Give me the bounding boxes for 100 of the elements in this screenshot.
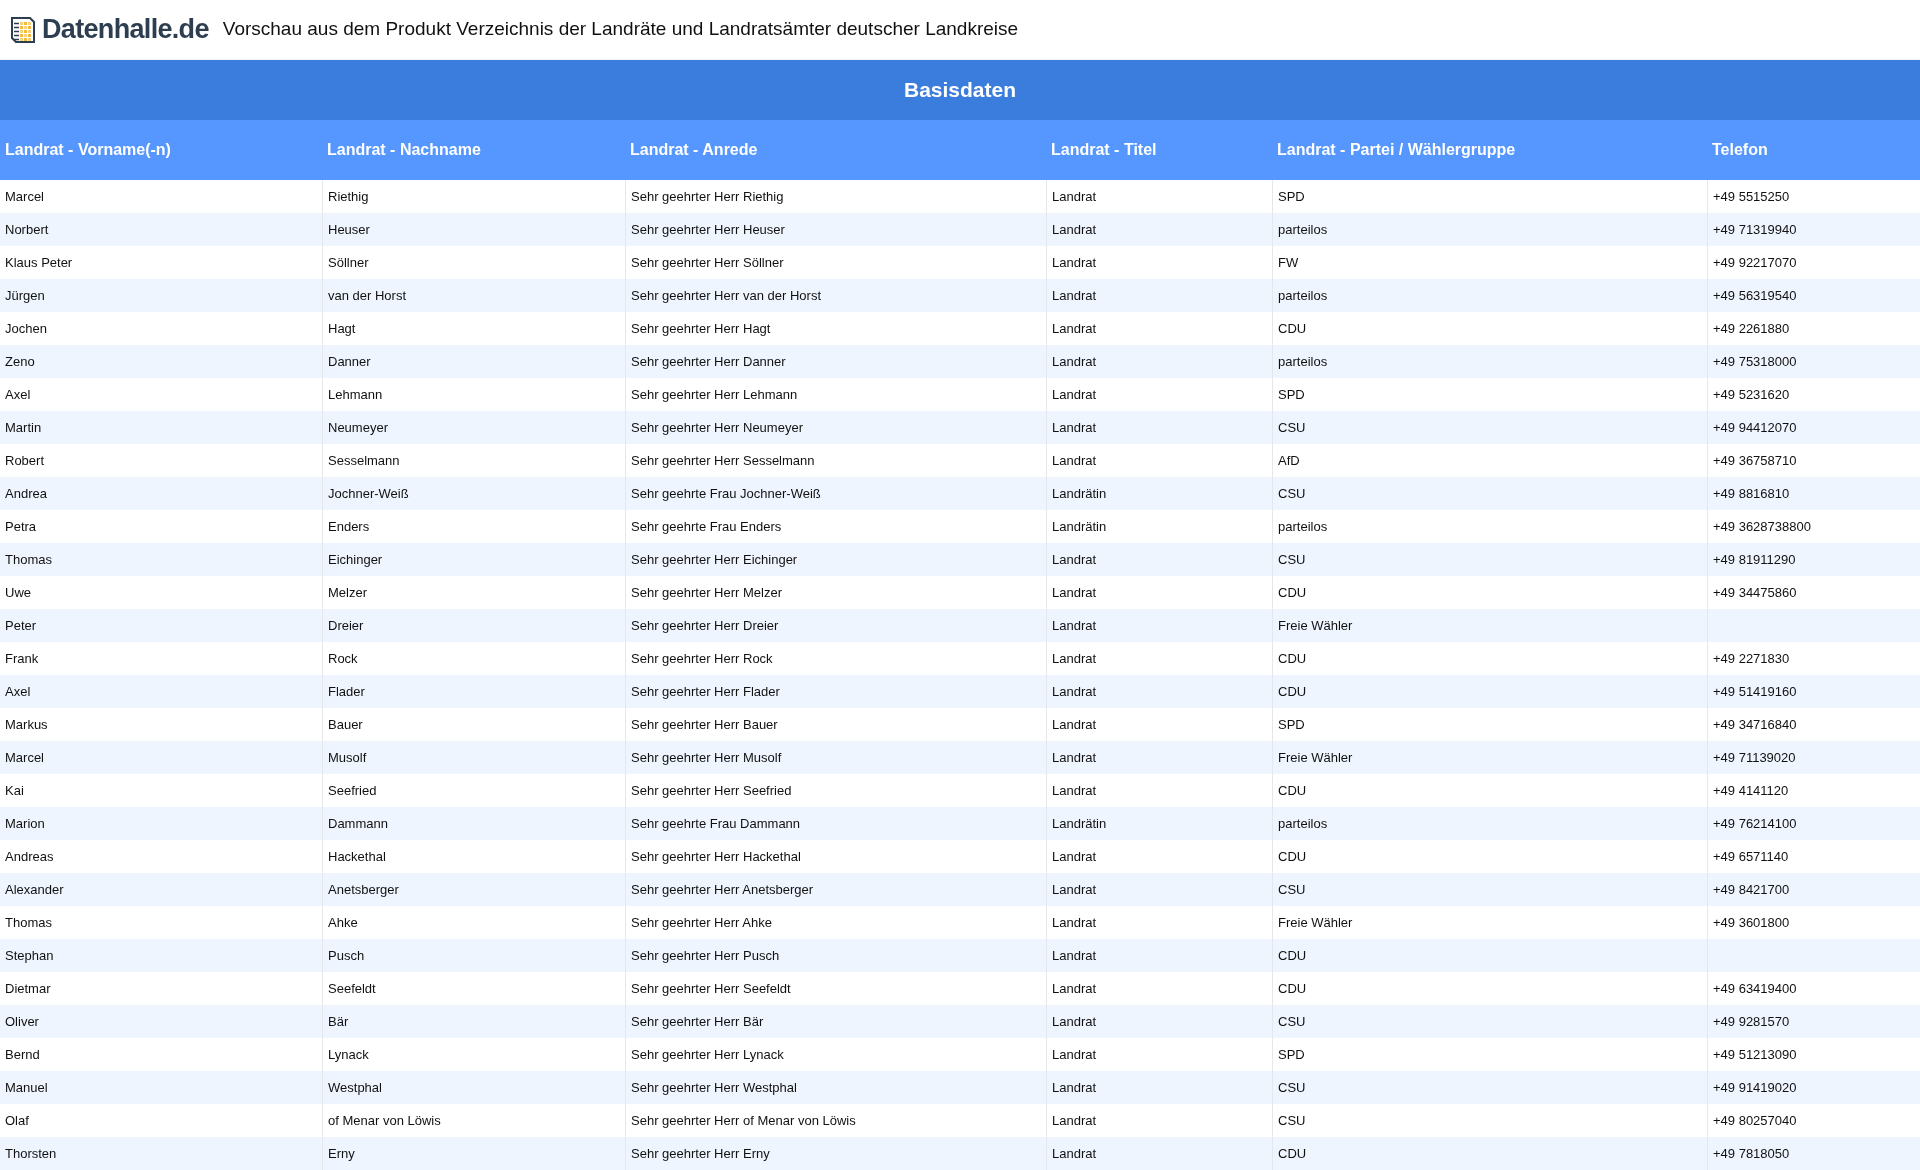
table-cell-text: +49 51213090 <box>1713 1045 1797 1064</box>
table-cell-text: Norbert <box>5 220 49 239</box>
table-cell-text: Landrat <box>1052 352 1097 371</box>
table-cell-text: CDU <box>1278 1144 1307 1163</box>
table-cell-text: CSU <box>1278 484 1306 503</box>
table-cell-text: CDU <box>1278 979 1307 998</box>
table-cell-text: Sehr geehrter Herr Söllner <box>631 253 784 272</box>
table-cell-text: Landrätin <box>1052 517 1107 536</box>
table-cell-text: Erny <box>328 1144 355 1163</box>
table-cell-text: Sehr geehrter Herr Flader <box>631 682 780 701</box>
table-cell-text: Sehr geehrter Herr of Menar von Löwis <box>631 1111 856 1130</box>
table-cell-text: Axel <box>5 385 31 404</box>
table-cell-text: Landrat <box>1052 748 1097 767</box>
table-cell-text: Sehr geehrter Herr Hackethal <box>631 847 801 866</box>
table-cell-text: CSU <box>1278 1111 1306 1130</box>
table-cell-text: Neumeyer <box>328 418 388 437</box>
table-cell-text: Seefried <box>328 781 377 800</box>
table-cell-text: parteilos <box>1278 352 1328 371</box>
table-cell-text: Landrätin <box>1052 814 1107 833</box>
table-cell-text: Thomas <box>5 913 52 932</box>
table-cell-text: +49 81911290 <box>1713 550 1796 569</box>
table-cell-text: Landrat <box>1052 616 1097 635</box>
table-cell-text: Manuel <box>5 1078 48 1097</box>
table-cell-text: Landrat <box>1052 946 1097 965</box>
table-cell-text: Markus <box>5 715 48 734</box>
table-cell-text: Sehr geehrter Herr Danner <box>631 352 786 371</box>
table-cell-text: +49 34716840 <box>1713 715 1797 734</box>
table-cell-text: Westphal <box>328 1078 382 1097</box>
table-cell-text: +49 2271830 <box>1713 649 1790 668</box>
table-cell-text: Sehr geehrter Herr Rock <box>631 649 773 668</box>
table-cell-text: +49 9281570 <box>1713 1012 1790 1031</box>
table-cell-text: Andrea <box>5 484 47 503</box>
table-cell-text: Andreas <box>5 847 54 866</box>
table-cell-text: CDU <box>1278 583 1307 602</box>
table-cell-text: Sehr geehrter Herr Melzer <box>631 583 782 602</box>
table-cell-text: Robert <box>5 451 45 470</box>
table-cell-text: Flader <box>328 682 365 701</box>
table-cell-text: +49 71319940 <box>1713 220 1797 239</box>
table-cell-text: Stephan <box>5 946 54 965</box>
section-header: Basisdaten <box>0 60 1920 120</box>
table-cell-text: Anetsberger <box>328 880 399 899</box>
table-cell-text: CDU <box>1278 682 1307 701</box>
table-cell-text: Landrat <box>1052 880 1097 899</box>
table-cell-text: +49 56319540 <box>1713 286 1797 305</box>
table-cell-text: CSU <box>1278 418 1306 437</box>
table-cell-text: CDU <box>1278 847 1307 866</box>
table-cell-text: +49 80257040 <box>1713 1111 1797 1130</box>
table-cell-text: Lynack <box>328 1045 369 1064</box>
table-cell-text: Zeno <box>5 352 35 371</box>
table-cell-text: parteilos <box>1278 286 1328 305</box>
table-cell-text: Riethig <box>328 187 369 206</box>
table-cell-text: +49 2261880 <box>1713 319 1790 338</box>
table-cell-text: Sehr geehrter Herr Dreier <box>631 616 779 635</box>
table-cell-text: CSU <box>1278 550 1306 569</box>
table-cell-text: Pusch <box>328 946 365 965</box>
table-cell-text: CDU <box>1278 319 1307 338</box>
table-cell-text: Landrat <box>1052 649 1097 668</box>
table-cell-text: Marcel <box>5 748 44 767</box>
table-cell-text: Landrat <box>1052 1111 1097 1130</box>
table-cell-text: Rock <box>328 649 358 668</box>
table-cell-text: +49 7818050 <box>1713 1144 1790 1163</box>
table-cell-text: Dietmar <box>5 979 51 998</box>
table-cell-text: Landrat <box>1052 253 1097 272</box>
logo-text: Datenhalle.de <box>42 13 209 47</box>
table-cell-text: +49 91419020 <box>1713 1078 1797 1097</box>
table-cell-text: +49 3601800 <box>1713 913 1790 932</box>
table-cell-text: +49 63419400 <box>1713 979 1797 998</box>
table-cell-text: Eichinger <box>328 550 383 569</box>
table-cell-text: +49 75318000 <box>1713 352 1797 371</box>
table-cell-text: Seefeldt <box>328 979 376 998</box>
table-cell-text: Axel <box>5 682 31 701</box>
table-cell-text: Thorsten <box>5 1144 57 1163</box>
table-cell-text: Landrätin <box>1052 484 1107 503</box>
table-cell-text: Alexander <box>5 880 64 899</box>
column-header: Landrat - Anrede <box>630 141 758 158</box>
table-cell-text: CDU <box>1278 946 1307 965</box>
table-cell-text: Landrat <box>1052 418 1097 437</box>
table-cell-text: Söllner <box>328 253 369 272</box>
table-cell-text: Kai <box>5 781 24 800</box>
table-cell-text: Ahke <box>328 913 358 932</box>
table-cell-text: +49 34475860 <box>1713 583 1797 602</box>
table-cell-text: +49 51419160 <box>1713 682 1797 701</box>
table-cell-text: Sehr geehrter Herr Seefeldt <box>631 979 791 998</box>
table-cell-text: Sehr geehrter Herr Sesselmann <box>631 451 815 470</box>
table-cell-text: Marcel <box>5 187 44 206</box>
table-cell-text: Bauer <box>328 715 363 734</box>
table-cell-text: Hackethal <box>328 847 386 866</box>
table-cell-text: Landrat <box>1052 583 1097 602</box>
column-header: Landrat - Vorname(-n) <box>5 141 171 158</box>
table-cell-text: Sehr geehrter Herr Neumeyer <box>631 418 803 437</box>
table-cell-text: Landrat <box>1052 385 1097 404</box>
table-cell-text: Freie Wähler <box>1278 748 1353 767</box>
table-cell-text: Jürgen <box>5 286 45 305</box>
table-cell-text: Marion <box>5 814 45 833</box>
table-cell-text: parteilos <box>1278 220 1328 239</box>
table-cell-text: Landrat <box>1052 1078 1097 1097</box>
table-cell-text: parteilos <box>1278 814 1328 833</box>
table-cell-text: Sehr geehrter Herr Pusch <box>631 946 780 965</box>
table-cell-text: Sehr geehrte Frau Jochner-Weiß <box>631 484 821 503</box>
table-cell-text: Landrat <box>1052 847 1097 866</box>
